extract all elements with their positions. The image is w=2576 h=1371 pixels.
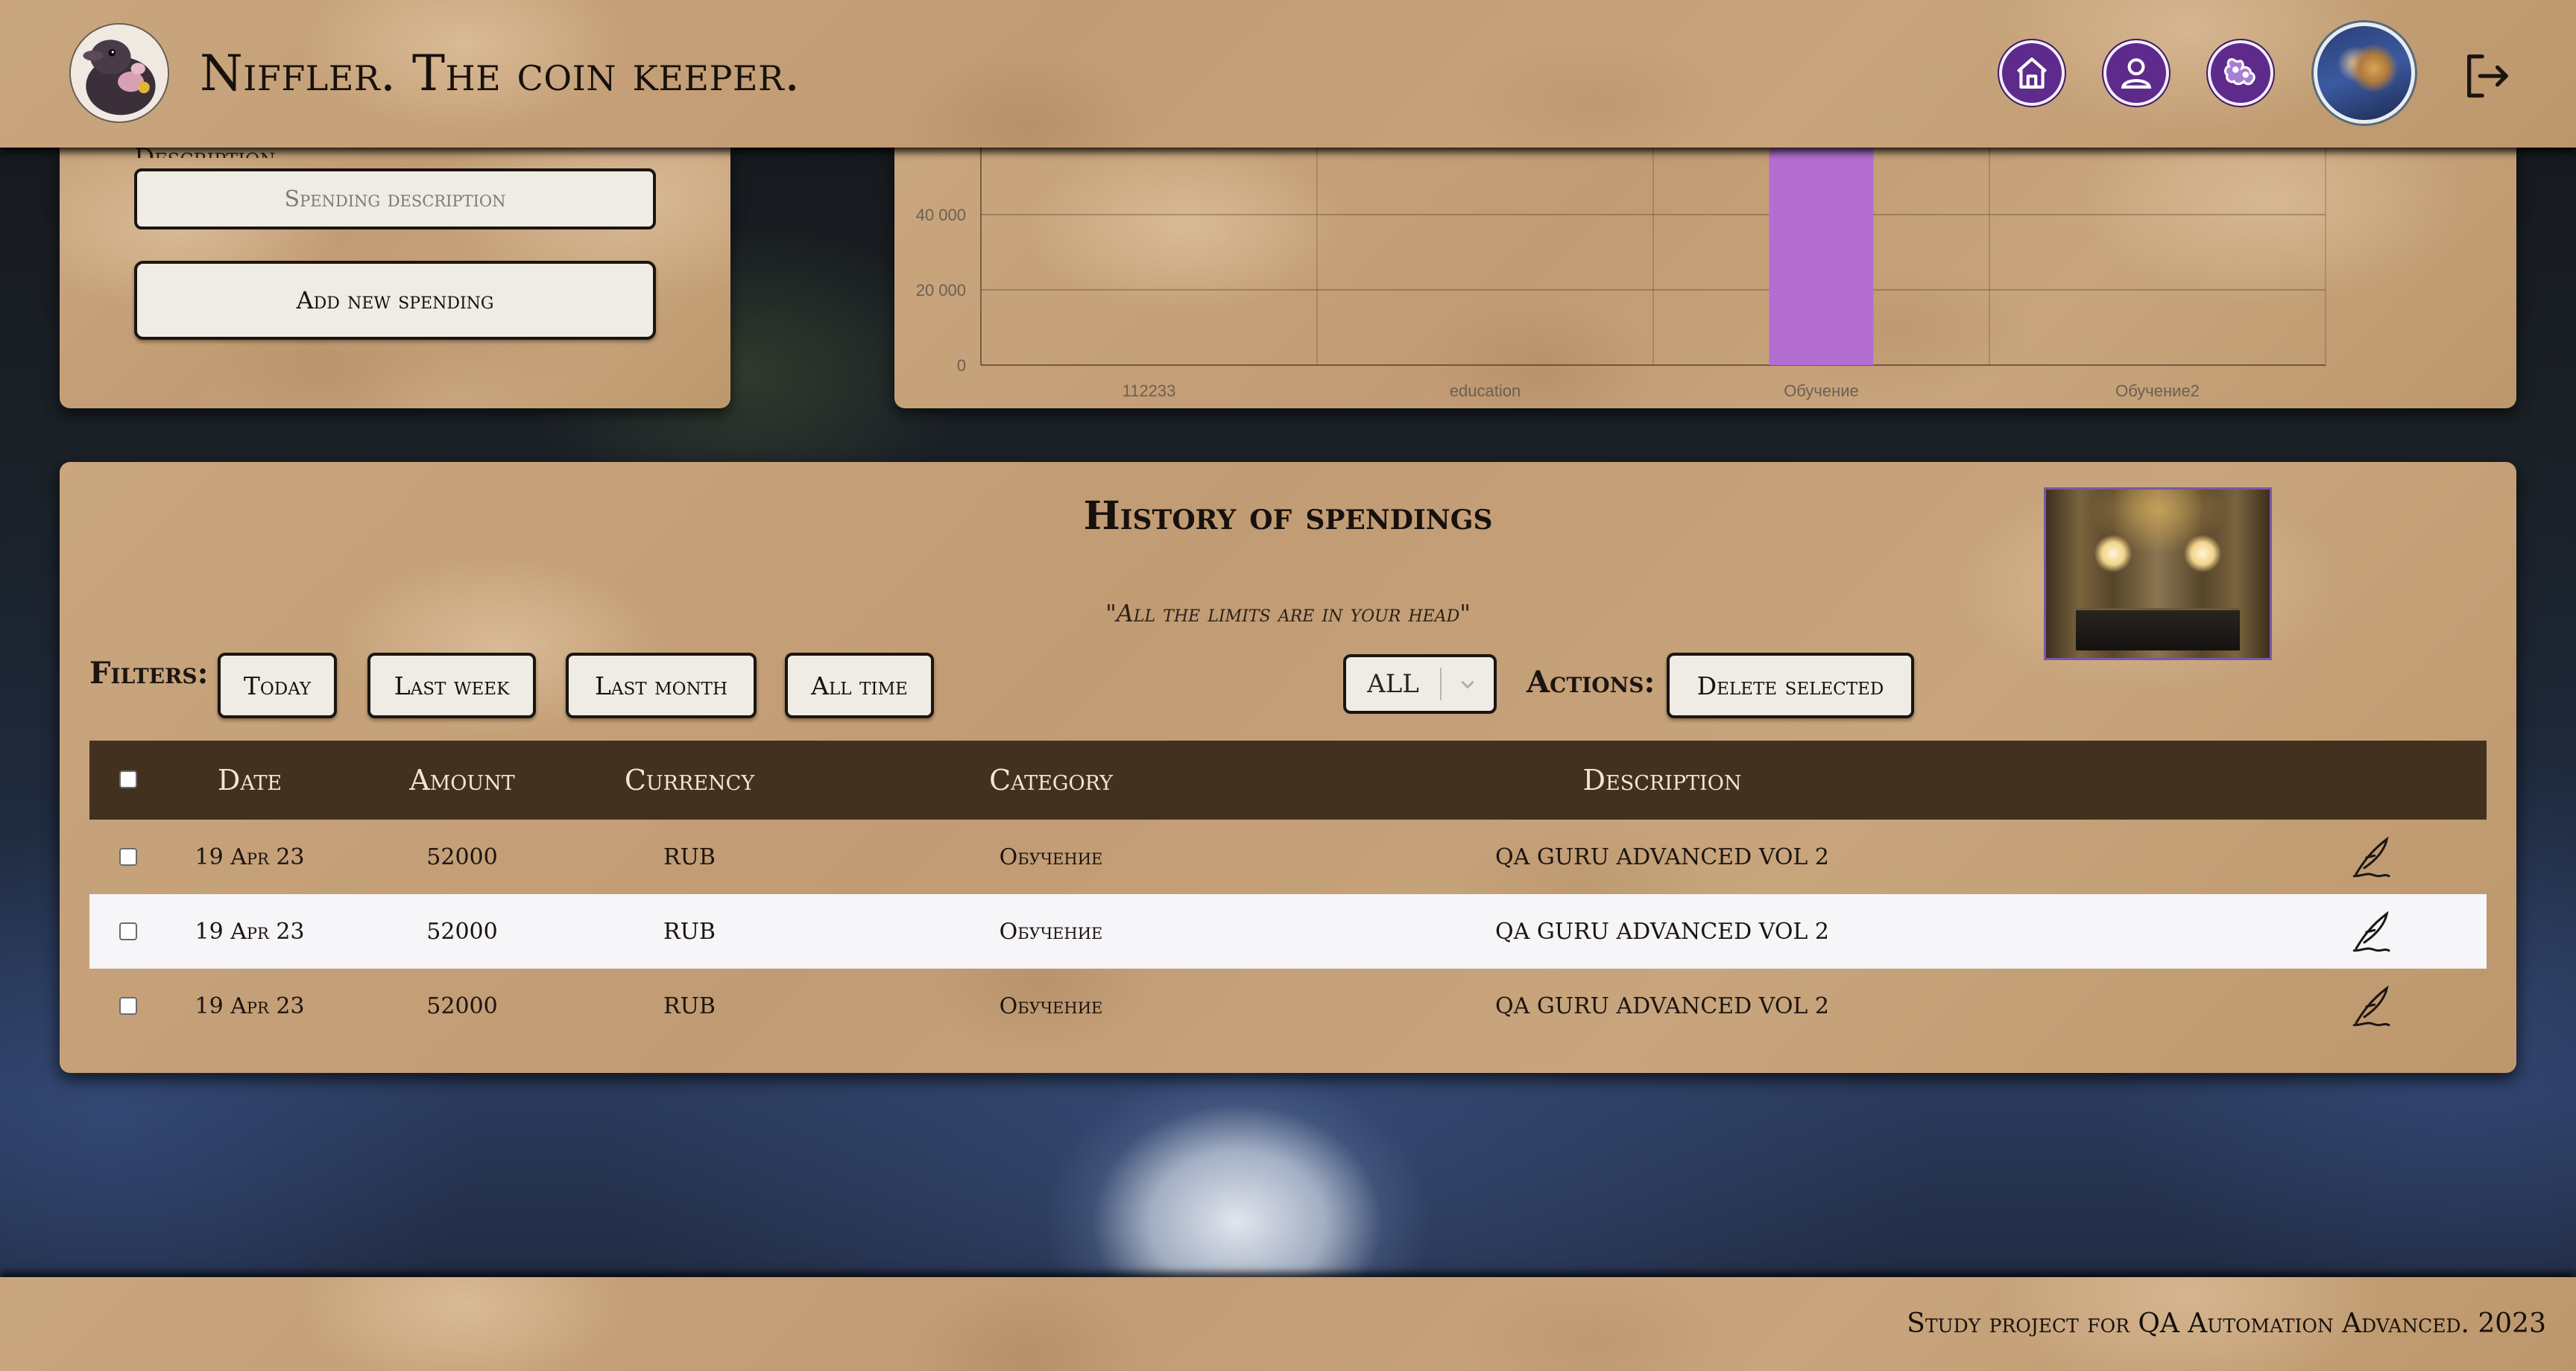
y-tick-label: 40 000 bbox=[916, 206, 966, 224]
app-title: Niffler. The coin keeper. bbox=[200, 45, 801, 102]
add-spending-panel: Description Add new spending bbox=[60, 143, 730, 408]
edit-quill-icon[interactable] bbox=[2348, 982, 2397, 1031]
statistics-chart-panel: 0 20 000 40 000 112233 education Обучение Обуч… bbox=[894, 148, 2516, 408]
select-all-checkbox[interactable] bbox=[119, 770, 137, 788]
niffler-logo bbox=[69, 22, 170, 124]
home-icon bbox=[2016, 57, 2048, 89]
profile-icon bbox=[2121, 58, 2152, 89]
row-category: Обучение bbox=[999, 918, 1103, 945]
gringotts-image bbox=[2044, 487, 2272, 660]
row-date: 19 Apr 23 bbox=[195, 843, 305, 870]
row-checkbox[interactable] bbox=[119, 922, 137, 940]
app-footer: Study project for QA Automation Advanced… bbox=[0, 1277, 2576, 1371]
chart-bar bbox=[1769, 148, 1874, 365]
logout-icon bbox=[2467, 54, 2508, 98]
row-currency: RUB bbox=[663, 992, 716, 1019]
row-amount: 52000 bbox=[426, 918, 498, 945]
spending-bar-chart: 0 20 000 40 000 112233 education Обучение Обуч… bbox=[916, 148, 2326, 400]
row-description: QA GURU ADVANCED VOL 2 bbox=[1495, 992, 1829, 1019]
x-tick-label: 112233 bbox=[1123, 381, 1176, 400]
column-description: Description bbox=[1582, 764, 1742, 797]
edit-quill-icon[interactable] bbox=[2348, 833, 2397, 882]
row-amount: 52000 bbox=[426, 992, 498, 1019]
table-row: 19 Apr 23 52000 RUB Обучение QA GURU ADV… bbox=[89, 894, 2487, 969]
table-header: Date Amount Currency Category Descriptio… bbox=[89, 741, 2487, 820]
x-tick-label: Обучение bbox=[1784, 381, 1859, 400]
history-quote: "All the limits are in your head" bbox=[1105, 599, 1471, 627]
row-description: QA GURU ADVANCED VOL 2 bbox=[1495, 918, 1829, 945]
row-description: QA GURU ADVANCED VOL 2 bbox=[1495, 843, 1829, 870]
chevron-down-icon bbox=[1442, 674, 1494, 694]
column-currency: Currency bbox=[624, 764, 755, 797]
spending-description-input[interactable] bbox=[134, 168, 656, 229]
column-category: Category bbox=[989, 764, 1113, 797]
column-amount: Amount bbox=[409, 764, 515, 797]
y-tick-label: 0 bbox=[957, 356, 966, 375]
logout-button[interactable] bbox=[2460, 49, 2513, 103]
y-tick-label: 20 000 bbox=[916, 281, 966, 300]
x-tick-label: education bbox=[1450, 381, 1521, 400]
home-button[interactable] bbox=[1999, 40, 2065, 106]
row-category: Обучение bbox=[999, 992, 1103, 1019]
friends-button[interactable] bbox=[2208, 40, 2273, 106]
x-tick-label: Обучение2 bbox=[2115, 381, 2200, 400]
edit-quill-icon[interactable] bbox=[2348, 908, 2397, 957]
delete-selected-button[interactable]: Delete selected bbox=[1667, 653, 1914, 718]
avatar[interactable] bbox=[2314, 22, 2415, 124]
profile-button[interactable] bbox=[2103, 40, 2169, 106]
row-date: 19 Apr 23 bbox=[195, 918, 305, 945]
footer-text: Study project for QA Automation Advanced… bbox=[1907, 1308, 2546, 1339]
filter-last-month-button[interactable]: Last month bbox=[566, 653, 757, 718]
row-checkbox[interactable] bbox=[119, 997, 137, 1015]
row-date: 19 Apr 23 bbox=[195, 992, 305, 1019]
row-category: Обучение bbox=[999, 843, 1103, 870]
actions-label: Actions: bbox=[1527, 665, 1655, 700]
add-new-spending-button[interactable]: Add new spending bbox=[134, 261, 656, 340]
row-checkbox[interactable] bbox=[119, 848, 137, 866]
app-header: Niffler. The coin keeper. bbox=[0, 0, 2576, 148]
row-currency: RUB bbox=[663, 918, 716, 945]
column-date: Date bbox=[217, 764, 282, 797]
filter-all-time-button[interactable]: All time bbox=[785, 653, 934, 718]
filter-last-week-button[interactable]: Last week bbox=[367, 653, 536, 718]
filter-today-button[interactable]: Today bbox=[218, 653, 337, 718]
currency-select[interactable]: ALL bbox=[1343, 654, 1497, 714]
row-currency: RUB bbox=[663, 843, 716, 870]
table-row: 19 Apr 23 52000 RUB Обучение QA GURU ADV… bbox=[89, 969, 2487, 1043]
row-amount: 52000 bbox=[426, 843, 498, 870]
table-row: 19 Apr 23 52000 RUB Обучение QA GURU ADV… bbox=[89, 820, 2487, 894]
filters-label: Filters: bbox=[89, 656, 209, 691]
currency-select-value: ALL bbox=[1367, 669, 1419, 699]
friends-icon bbox=[2223, 57, 2255, 86]
history-panel: History of spendings "All the limits are… bbox=[60, 462, 2516, 1073]
spendings-table: Date Amount Currency Category Descriptio… bbox=[89, 741, 2487, 1043]
